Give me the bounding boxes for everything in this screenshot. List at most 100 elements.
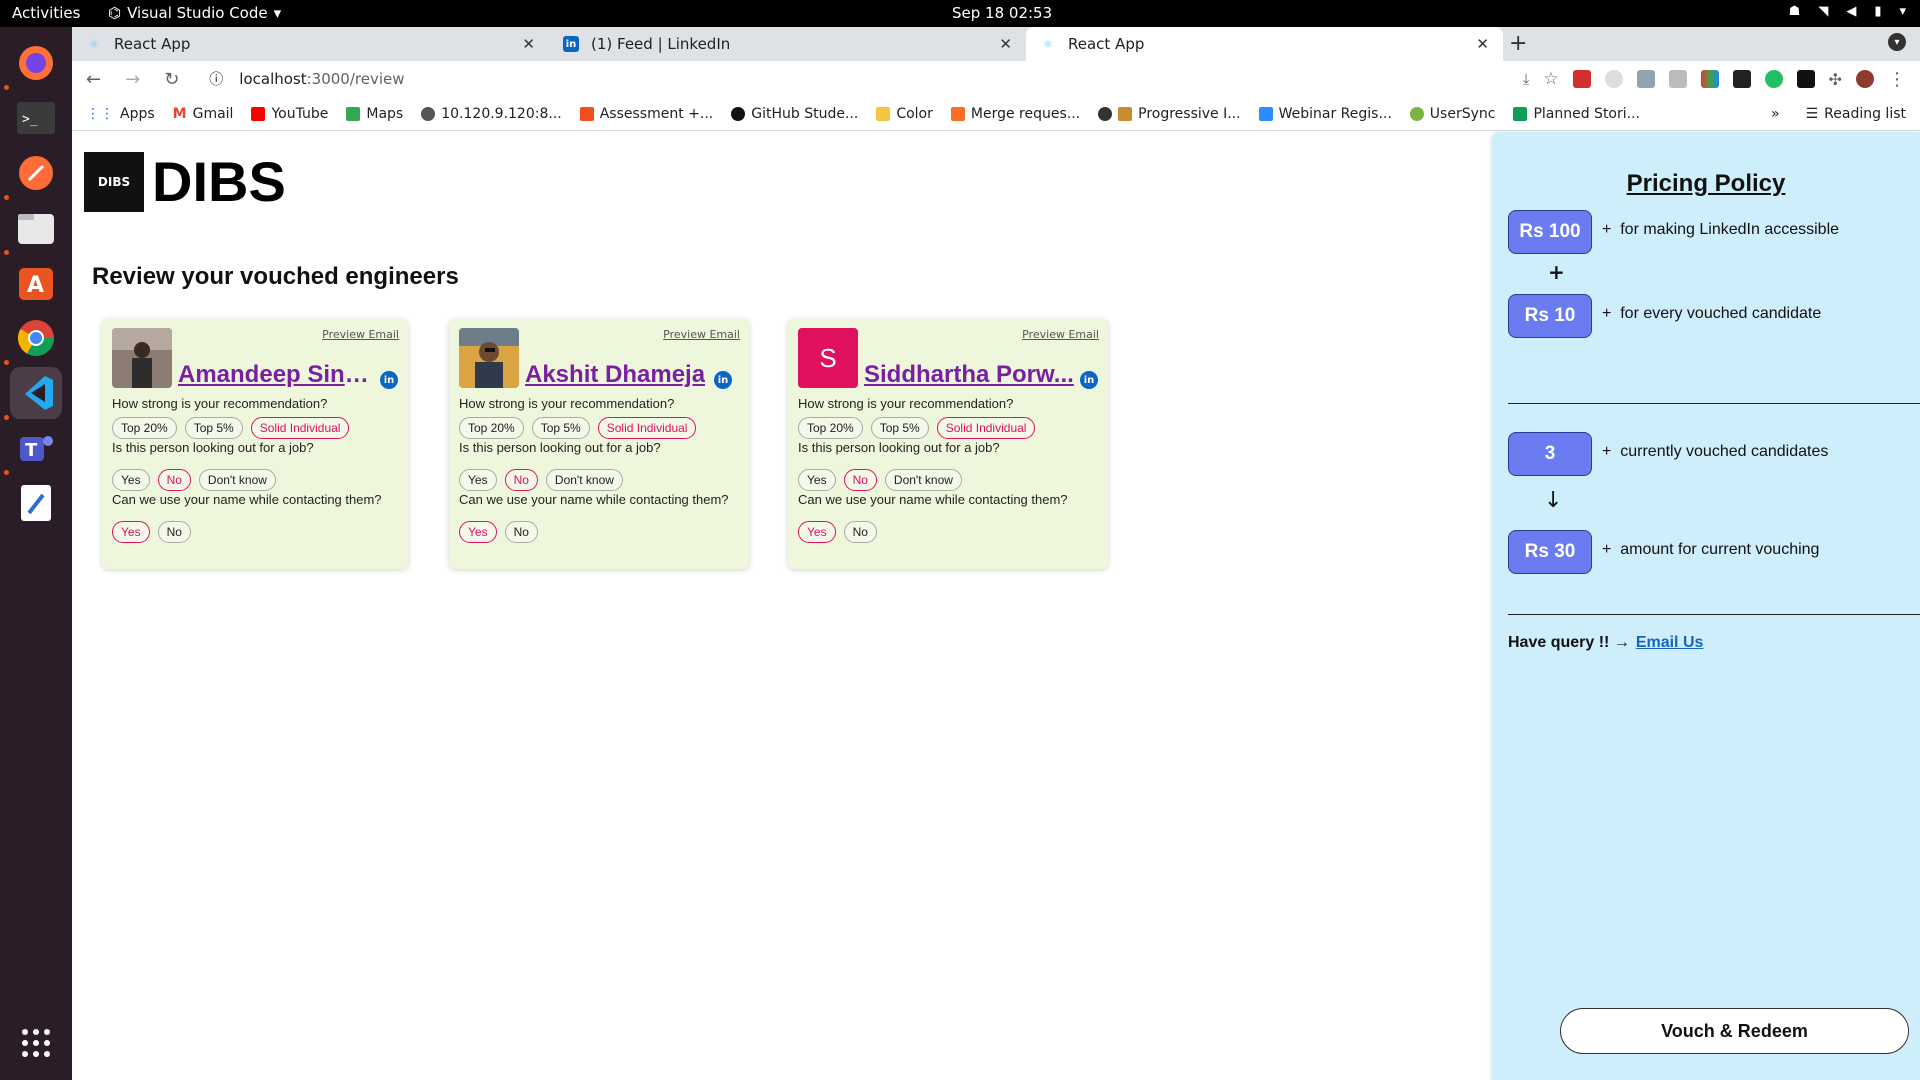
- extension-colors-icon[interactable]: [1700, 70, 1719, 88]
- pricing-sidebar: Pricing Policy Rs 100 + for making Linke…: [1492, 132, 1920, 1080]
- postman-icon[interactable]: [10, 147, 62, 199]
- teams-icon[interactable]: T: [10, 422, 62, 474]
- activities-button[interactable]: Activities: [12, 4, 80, 22]
- profile-avatar[interactable]: [1856, 70, 1874, 88]
- tab-linkedin[interactable]: in (1) Feed | LinkedIn ✕: [549, 27, 1026, 61]
- preview-email-link[interactable]: Preview Email: [663, 328, 740, 341]
- option-top-5[interactable]: Top 5%: [870, 417, 929, 439]
- option-no[interactable]: No: [157, 521, 191, 543]
- bookmark-usersync[interactable]: UserSync: [1409, 106, 1495, 122]
- vscode-icon[interactable]: [10, 367, 62, 419]
- option-yes[interactable]: Yes: [112, 469, 150, 491]
- option-top-20[interactable]: Top 20%: [459, 417, 524, 439]
- preview-email-link[interactable]: Preview Email: [322, 328, 399, 341]
- bookmark-ip[interactable]: 10.120.9.120:8...: [421, 106, 562, 122]
- option-no[interactable]: No: [843, 521, 877, 543]
- terminal-icon[interactable]: >_: [10, 92, 62, 144]
- forward-icon[interactable]: →: [125, 69, 140, 90]
- bookmark-planned[interactable]: Planned Stori...: [1513, 106, 1640, 122]
- linkedin-icon: in: [563, 36, 579, 52]
- divider: [1508, 403, 1920, 404]
- reading-list-button[interactable]: ☰ Reading list: [1806, 106, 1906, 122]
- option-dont-know[interactable]: Don't know: [545, 469, 623, 491]
- bookmark-progressive[interactable]: Progressive I...: [1098, 106, 1241, 122]
- option-yes[interactable]: Yes: [459, 469, 497, 491]
- files-icon[interactable]: [10, 202, 62, 254]
- option-solid-individual[interactable]: Solid Individual: [936, 417, 1036, 439]
- option-yes[interactable]: Yes: [798, 521, 836, 543]
- preview-email-link[interactable]: Preview Email: [1022, 328, 1099, 341]
- candidate-name-link[interactable]: Siddhartha Porw...: [864, 361, 1074, 389]
- extension-clock-icon[interactable]: [1604, 70, 1623, 88]
- option-top-5[interactable]: Top 5%: [531, 417, 590, 439]
- option-solid-individual[interactable]: Solid Individual: [250, 417, 350, 439]
- option-dont-know[interactable]: Don't know: [884, 469, 962, 491]
- power-icon: ▾: [1899, 4, 1906, 19]
- linkedin-icon[interactable]: in: [1080, 371, 1098, 389]
- menu-kebab-icon[interactable]: ⋮: [1888, 69, 1906, 90]
- option-solid-individual[interactable]: Solid Individual: [597, 417, 697, 439]
- option-top-20[interactable]: Top 20%: [112, 417, 177, 439]
- chrome-icon[interactable]: [10, 312, 62, 364]
- bookmark-merge[interactable]: Merge reques...: [950, 106, 1080, 122]
- info-icon: ⓘ: [209, 72, 224, 88]
- divider: [1508, 614, 1920, 615]
- option-dont-know[interactable]: Don't know: [198, 469, 276, 491]
- bookmark-webinar[interactable]: Webinar Regis...: [1258, 106, 1392, 122]
- option-yes[interactable]: Yes: [112, 521, 150, 543]
- tab-search-icon[interactable]: ▾: [1888, 33, 1906, 51]
- apps-grid-icon: ⋮⋮: [86, 105, 114, 122]
- vouch-redeem-button[interactable]: Vouch & Redeem: [1560, 1008, 1909, 1054]
- bookmark-maps[interactable]: Maps: [346, 106, 403, 122]
- extension-w-icon[interactable]: [1796, 70, 1815, 88]
- url-host: localhost: [239, 70, 307, 88]
- bookmark-github[interactable]: GitHub Stude...: [731, 106, 858, 122]
- bookmark-gmail[interactable]: M Gmail: [173, 106, 234, 122]
- install-icon[interactable]: ⤓: [1523, 70, 1530, 88]
- option-top-20[interactable]: Top 20%: [798, 417, 863, 439]
- reload-icon[interactable]: ↻: [164, 69, 179, 90]
- candidate-name-link[interactable]: Akshit Dhameja: [525, 361, 705, 389]
- candidate-name-link[interactable]: Amandeep Singh: [178, 361, 374, 389]
- bookmark-apps[interactable]: ⋮⋮ Apps: [86, 106, 155, 122]
- puzzle-icon[interactable]: ✣: [1829, 70, 1842, 89]
- app-logo[interactable]: DIBS DIBS: [84, 149, 286, 214]
- close-icon[interactable]: ✕: [1476, 35, 1489, 53]
- firefox-icon[interactable]: [10, 37, 62, 89]
- app-menu[interactable]: ⌬ Visual Studio Code ▾: [108, 4, 281, 22]
- option-no[interactable]: No: [843, 469, 877, 491]
- tab-react-app-1[interactable]: ⚛ React App ✕: [72, 27, 549, 61]
- option-no[interactable]: No: [157, 469, 191, 491]
- option-yes[interactable]: Yes: [459, 521, 497, 543]
- extension-pen-icon[interactable]: [1668, 70, 1687, 88]
- extension-dark-icon[interactable]: [1732, 70, 1751, 88]
- close-icon[interactable]: ✕: [522, 35, 535, 53]
- new-tab-button[interactable]: +: [1509, 31, 1527, 56]
- option-yes[interactable]: Yes: [798, 469, 836, 491]
- address-bar[interactable]: ⓘ localhost:3000/review: [209, 69, 404, 89]
- bookmark-youtube[interactable]: YouTube: [251, 106, 328, 122]
- tab-react-app-active[interactable]: ⚛ React App ✕: [1026, 27, 1503, 61]
- show-apps-icon[interactable]: [10, 1017, 62, 1069]
- option-no[interactable]: No: [504, 521, 538, 543]
- bookmark-star-icon[interactable]: ☆: [1543, 69, 1558, 89]
- bookmark-assessment[interactable]: Assessment +...: [579, 106, 713, 122]
- close-icon[interactable]: ✕: [999, 35, 1012, 53]
- software-center-icon[interactable]: A: [10, 257, 62, 309]
- bookmarks-overflow-icon[interactable]: »: [1771, 106, 1780, 122]
- extension-red-icon[interactable]: [1572, 70, 1591, 88]
- linkedin-icon[interactable]: in: [380, 371, 398, 389]
- email-us-link[interactable]: Email Us: [1636, 634, 1704, 651]
- option-top-5[interactable]: Top 5%: [184, 417, 243, 439]
- extension-green-icon[interactable]: [1764, 70, 1783, 88]
- option-no[interactable]: No: [504, 469, 538, 491]
- system-tray[interactable]: ☗ ◥ ◀ ▮ ▾: [1789, 4, 1906, 19]
- bookmark-color[interactable]: Color: [876, 106, 933, 122]
- linkedin-icon[interactable]: in: [714, 371, 732, 389]
- question-job-search: Is this person looking out for a job?: [798, 440, 1000, 455]
- bookmark-label: Planned Stori...: [1533, 105, 1640, 122]
- back-icon[interactable]: ←: [86, 69, 101, 90]
- text-editor-icon[interactable]: [10, 477, 62, 529]
- extension-dropper-icon[interactable]: [1636, 70, 1655, 88]
- clock[interactable]: Sep 18 02:53: [952, 4, 1052, 22]
